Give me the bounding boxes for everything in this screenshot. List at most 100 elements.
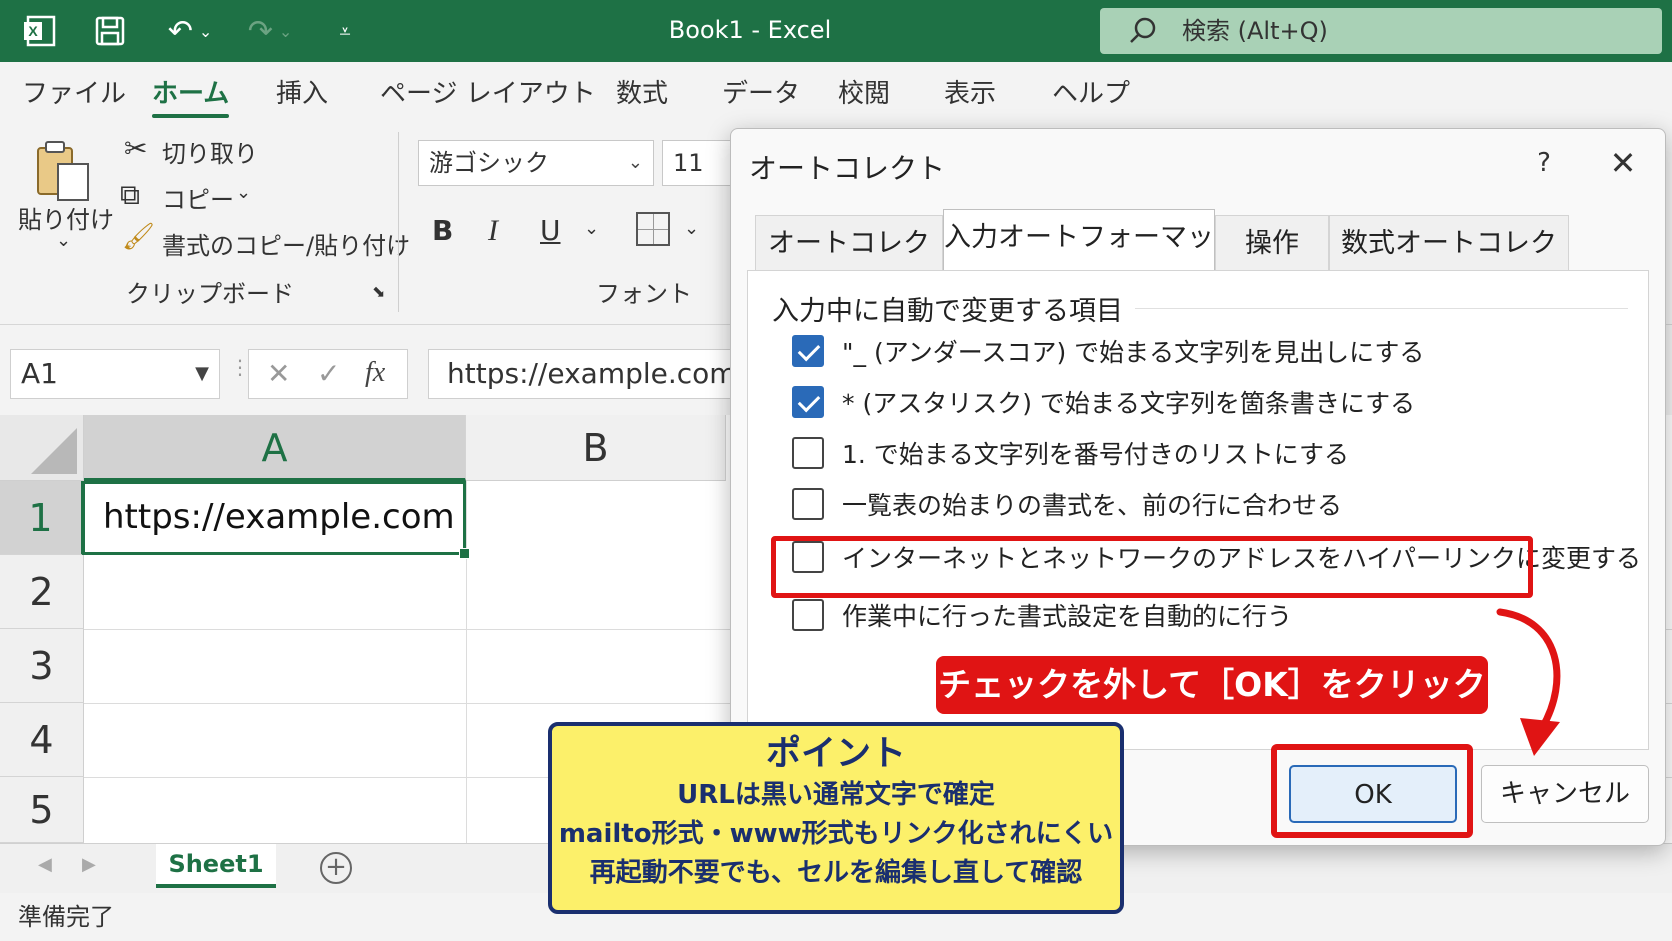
chevron-down-icon: ▼	[195, 363, 209, 384]
title-bar: X ↶ ⌄ ↷ ⌄ ⩡ Book1 - Excel 検索 (Alt+Q)	[0, 0, 1672, 62]
dialog-title: オートコレクト	[749, 152, 946, 185]
customize-toolbar-icon[interactable]: ⩡	[330, 12, 360, 50]
close-button[interactable]: ✕	[1601, 141, 1645, 185]
checkbox-unchecked[interactable]	[792, 488, 824, 520]
arrow-icon	[1496, 608, 1561, 756]
option-table-format[interactable]: 一覧表の始まりの書式を、前の行に合わせる	[792, 484, 1342, 524]
excel-logo-icon: X	[18, 12, 62, 50]
tab-view[interactable]: 表示	[944, 74, 996, 114]
option-bullets[interactable]: * (アスタリスク) で始まる文字列を箇条書きにする	[792, 382, 1415, 422]
column-header-b[interactable]: B	[466, 415, 726, 481]
tab-math-autocorrect[interactable]: 数式オートコレクト	[1329, 215, 1569, 315]
option-label: 一覧表の始まりの書式を、前の行に合わせる	[842, 491, 1343, 520]
tab-formulas[interactable]: 数式	[616, 74, 668, 114]
clipboard-group-label: クリップボード	[126, 280, 294, 308]
border-dropdown-icon[interactable]: ⌄	[684, 218, 699, 239]
font-name-select[interactable]: 游ゴシック ⌄	[418, 140, 654, 186]
grid-line	[466, 481, 467, 843]
svg-text:X: X	[28, 23, 38, 39]
chevron-down-icon: ⌄	[627, 152, 643, 173]
point-note: ポイント URLは黒い通常文字で確定 mailto形式・www形式もリンク化され…	[548, 722, 1124, 914]
window-title: Book1 - Excel	[668, 16, 832, 44]
undo-icon[interactable]: ↶ ⌄	[160, 12, 220, 50]
option-label: 作業中に行った書式設定を自動的に行う	[842, 602, 1293, 631]
column-header-a[interactable]: A	[84, 415, 466, 481]
row-header-3[interactable]: 3	[0, 629, 84, 703]
checkbox-unchecked[interactable]	[792, 437, 824, 469]
ribbon-separator	[398, 132, 399, 312]
option-label: "_ (アンダースコア) で始まる文字列を見出しにする	[842, 338, 1425, 367]
tab-file[interactable]: ファイル	[22, 74, 126, 114]
point-line: mailto形式・www形式もリンク化されにくい	[558, 819, 1114, 849]
font-name-value: 游ゴシック	[429, 149, 549, 177]
formula-actions: ✕ ✓ fx	[248, 349, 408, 399]
row-header-5[interactable]: 5	[0, 777, 84, 843]
sheet-tab-sheet1[interactable]: Sheet1	[156, 844, 276, 888]
cut-button[interactable]: 切り取り	[162, 134, 258, 169]
format-painter-icon: 🖌	[122, 222, 156, 252]
option-label: * (アスタリスク) で始まる文字列を箇条書きにする	[842, 389, 1416, 418]
checkbox-unchecked[interactable]	[792, 599, 824, 631]
font-size-select[interactable]: 11	[662, 140, 732, 186]
redo-icon[interactable]: ↷ ⌄	[240, 12, 300, 50]
tab-help[interactable]: ヘルプ	[1052, 74, 1130, 114]
row-header-4[interactable]: 4	[0, 703, 84, 777]
border-icon[interactable]	[636, 212, 670, 246]
paste-dropdown-icon[interactable]: ⌄	[56, 230, 71, 251]
row-header-2[interactable]: 2	[0, 555, 84, 629]
sheet-scroll-left-icon[interactable]: ◀	[38, 854, 52, 875]
cancel-button[interactable]: キャンセル	[1481, 765, 1649, 823]
tab-page-layout[interactable]: ページ レイアウト	[380, 74, 596, 114]
font-size-value: 11	[673, 149, 704, 177]
copy-dropdown-icon[interactable]: ⌄	[236, 182, 251, 203]
select-all-button[interactable]	[0, 415, 84, 481]
add-sheet-icon[interactable]: +	[320, 852, 352, 884]
checkbox-checked[interactable]	[792, 335, 824, 367]
search-box[interactable]: 検索 (Alt+Q)	[1100, 8, 1662, 54]
font-group-label: フォント	[596, 280, 692, 308]
instruction-callout: チェックを外して［OK］をクリック	[936, 656, 1488, 714]
separator-dots-icon: ⋮	[230, 355, 250, 379]
italic-button[interactable]: I	[488, 214, 498, 248]
tab-insert[interactable]: 挿入	[276, 74, 328, 114]
option-label: 1. で始まる文字列を番号付きのリストにする	[842, 440, 1350, 469]
tab-autoformat-as-you-type[interactable]: 入力オートフォーマット	[943, 209, 1215, 309]
confirm-entry-icon[interactable]: ✓	[317, 357, 340, 390]
group-label: 入力中に自動で変更する項目	[772, 289, 1135, 328]
cancel-entry-icon[interactable]: ✕	[267, 357, 290, 390]
tab-autocorrect[interactable]: オートコレクト	[755, 215, 943, 315]
tab-actions[interactable]: 操作	[1215, 215, 1329, 271]
help-button[interactable]: ?	[1524, 143, 1564, 183]
ok-button-highlight	[1271, 744, 1473, 838]
point-line: 再起動不要でも、セルを編集し直して確認	[589, 858, 1083, 888]
search-placeholder: 検索 (Alt+Q)	[1182, 17, 1328, 45]
tab-review[interactable]: 校閲	[838, 74, 890, 114]
point-line: URLは黒い通常文字で確定	[677, 780, 995, 810]
paste-icon[interactable]	[32, 136, 96, 206]
hyperlink-option-highlight	[771, 536, 1533, 598]
copy-icon: ⧉	[120, 178, 140, 211]
name-box-value: A1	[21, 357, 58, 390]
ribbon-tabs: ファイル ホーム 挿入 ページ レイアウト 数式 データ 校閲 表示 ヘルプ	[0, 62, 1672, 122]
option-auto-formatting[interactable]: 作業中に行った書式設定を自動的に行う	[792, 595, 1292, 635]
bold-button[interactable]: B	[432, 214, 453, 247]
insert-function-button[interactable]: fx	[365, 357, 385, 389]
option-headings[interactable]: "_ (アンダースコア) で始まる文字列を見出しにする	[792, 331, 1424, 371]
name-box[interactable]: A1 ▼	[10, 349, 220, 399]
point-title: ポイント	[765, 734, 906, 774]
copy-button[interactable]: コピー	[162, 180, 234, 215]
cut-icon: ✂	[124, 132, 148, 165]
cell-a1[interactable]: https://example.com	[82, 481, 470, 559]
search-icon	[1128, 8, 1158, 69]
format-painter-button[interactable]: 書式のコピー/貼り付け	[162, 226, 410, 261]
save-icon[interactable]	[88, 12, 132, 50]
tab-home[interactable]: ホーム	[152, 74, 230, 118]
underline-button[interactable]: U	[540, 214, 561, 247]
underline-dropdown-icon[interactable]: ⌄	[584, 218, 599, 239]
tab-data[interactable]: データ	[722, 74, 800, 114]
checkbox-checked[interactable]	[792, 386, 824, 418]
row-header-1[interactable]: 1	[0, 481, 84, 555]
dialog-launcher-icon[interactable]: ⬊	[372, 282, 385, 301]
option-numbered-list[interactable]: 1. で始まる文字列を番号付きのリストにする	[792, 433, 1349, 473]
sheet-scroll-right-icon[interactable]: ▶	[82, 854, 96, 875]
